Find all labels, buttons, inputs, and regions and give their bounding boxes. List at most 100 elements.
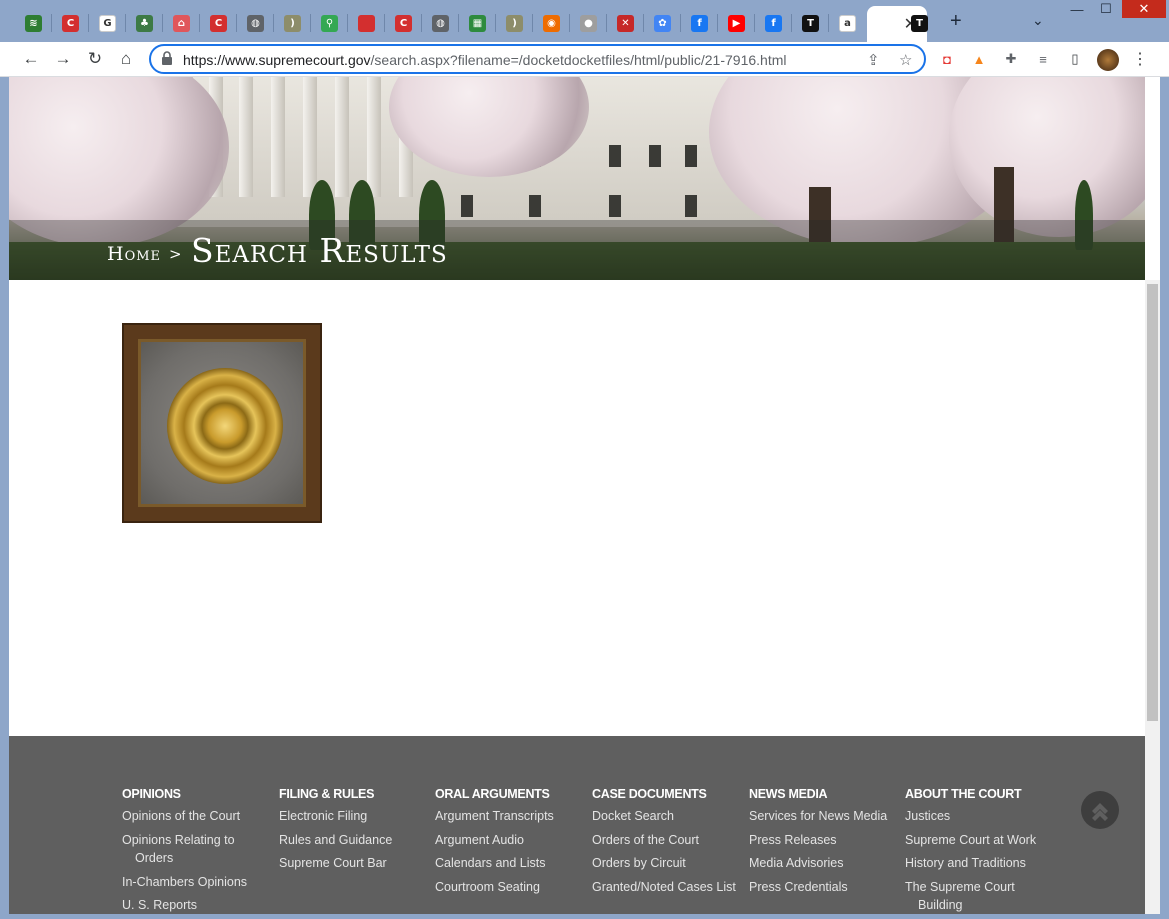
browser-tab[interactable]: f <box>755 8 792 38</box>
browser-tab[interactable]: ) <box>496 8 533 38</box>
airbnb-icon: ⌂ <box>173 14 190 32</box>
browser-tab[interactable]: ◍ <box>237 8 274 38</box>
footer-heading[interactable]: OPINIONS <box>122 787 272 801</box>
footer-link[interactable]: Services for News Media <box>749 807 899 826</box>
back-to-top-button[interactable] <box>1081 791 1119 829</box>
footer-heading[interactable]: FILING & RULES <box>279 787 429 801</box>
footer-link[interactable]: History and Traditions <box>905 854 1055 873</box>
footer-link[interactable]: U. S. Reports <box>122 896 272 914</box>
footer-link[interactable]: In-Chambers Opinions <box>122 873 272 892</box>
footer-link[interactable]: Justices <box>905 807 1055 826</box>
green-square-icon: ▦ <box>469 14 486 32</box>
side-panel-icon[interactable]: ▯ <box>1065 49 1085 69</box>
browser-tab[interactable]: C <box>200 8 237 38</box>
browser-tab[interactable]: ✿ <box>644 8 681 38</box>
page-scrollbar[interactable] <box>1145 280 1160 914</box>
google-icon: G <box>99 14 116 32</box>
orange-camera-icon: ◉ <box>543 14 560 32</box>
browser-tab[interactable]: ♣ <box>126 8 163 38</box>
facebook-icon: f <box>765 14 782 32</box>
footer-heading[interactable]: CASE DOCUMENTS <box>592 787 742 801</box>
tab-separator <box>495 14 496 32</box>
home-button[interactable]: ⌂ <box>114 47 138 71</box>
footer-link[interactable]: Rules and Guidance <box>279 831 429 850</box>
reading-list-icon[interactable]: ≡ <box>1033 49 1053 69</box>
tab-separator <box>347 14 348 32</box>
new-tab-button[interactable]: + <box>950 10 962 33</box>
browser-tab[interactable]: a <box>829 8 866 38</box>
footer-heading[interactable]: NEWS MEDIA <box>749 787 899 801</box>
browser-tab[interactable]: C <box>385 8 422 38</box>
page-title: Search Results <box>191 231 448 270</box>
chevron-down-icon[interactable]: ⌄ <box>1032 12 1044 29</box>
tab-separator <box>717 14 718 32</box>
tab-separator <box>421 14 422 32</box>
footer-link[interactable]: Opinions Relating to Orders <box>122 831 272 868</box>
browser-tab[interactable]: ⌂ <box>163 8 200 38</box>
footer-link[interactable]: Granted/Noted Cases List <box>592 878 742 897</box>
tab-t-logo[interactable]: T <box>901 8 938 38</box>
globe-icon: ◍ <box>247 14 264 32</box>
footer-link[interactable]: The Supreme Court Building <box>905 878 1055 915</box>
footer-link[interactable]: Argument Transcripts <box>435 807 585 826</box>
metamask-extension-icon[interactable]: ▲ <box>969 49 989 69</box>
footer-link[interactable]: Supreme Court at Work <box>905 831 1055 850</box>
browser-tab[interactable]: ✕ <box>607 8 644 38</box>
address-bar[interactable]: https://www.supremecourt.gov/search.aspx… <box>149 44 926 74</box>
maximize-button[interactable]: ☐ <box>1089 0 1123 18</box>
footer-link[interactable]: Supreme Court Bar <box>279 854 429 873</box>
footer-link[interactable]: Media Advisories <box>749 854 899 873</box>
breadcrumb-separator: > <box>169 245 182 263</box>
footer-link[interactable]: Docket Search <box>592 807 742 826</box>
url-path: /search.aspx?filename=/docketdocketfiles… <box>370 52 787 68</box>
browser-tab[interactable]: ◍ <box>422 8 459 38</box>
menu-kebab-icon[interactable]: ⋮ <box>1130 49 1150 69</box>
footer-link[interactable]: Courtroom Seating <box>435 878 585 897</box>
tab-separator <box>88 14 89 32</box>
browser-tab[interactable]: ≋ <box>15 8 52 38</box>
facebook-icon: f <box>691 14 708 32</box>
footer-link[interactable]: Orders by Circuit <box>592 854 742 873</box>
browser-tab[interactable]: f <box>681 8 718 38</box>
c-logo-icon: C <box>62 14 79 32</box>
footer-link[interactable]: Press Releases <box>749 831 899 850</box>
jf-icon <box>358 14 375 32</box>
browser-tab[interactable]: ◉ <box>533 8 570 38</box>
footer-heading[interactable]: ORAL ARGUMENTS <box>435 787 585 801</box>
browser-tab[interactable]: ⚲ <box>311 8 348 38</box>
puzzle-extensions-icon[interactable]: ✚ <box>1001 49 1021 69</box>
avatar[interactable] <box>1097 49 1119 71</box>
browser-window: ≋CG♣⌂C◍)⚲C◍▦)◉●✕✿f▶fTa ✕ T + ⌄ — ☐ ✕ ← →… <box>0 0 1169 919</box>
breadcrumb-home-link[interactable]: Home <box>107 243 161 265</box>
browser-tab[interactable]: ● <box>570 8 607 38</box>
footer-link[interactable]: Opinions of the Court <box>122 807 272 826</box>
reload-button[interactable]: ↻ <box>83 47 107 71</box>
tab-separator <box>273 14 274 32</box>
browser-tab[interactable]: ▶ <box>718 8 755 38</box>
youtube-extension-icon[interactable]: ◘ <box>937 49 957 69</box>
footer-heading[interactable]: ABOUT THE COURT <box>905 787 1055 801</box>
c-logo-icon: C <box>395 14 412 32</box>
browser-tab[interactable]: ) <box>274 8 311 38</box>
back-button[interactable]: ← <box>19 47 43 71</box>
browser-tab[interactable]: ▦ <box>459 8 496 38</box>
youtube-icon: ▶ <box>728 14 745 32</box>
footer-link[interactable]: Orders of the Court <box>592 831 742 850</box>
browser-tab[interactable]: T <box>792 8 829 38</box>
browser-tab[interactable] <box>348 8 385 38</box>
browser-tab[interactable]: G <box>89 8 126 38</box>
footer-link[interactable]: Press Credentials <box>749 878 899 897</box>
star-icon[interactable]: ☆ <box>899 51 912 69</box>
url-text[interactable]: https://www.supremecourt.gov/search.aspx… <box>183 52 786 68</box>
footer-link[interactable]: Argument Audio <box>435 831 585 850</box>
footer-column: ORAL ARGUMENTS Argument Transcripts Argume… <box>435 787 585 901</box>
scrollbar-thumb[interactable] <box>1147 284 1158 721</box>
footer-link[interactable]: Electronic Filing <box>279 807 429 826</box>
tab-separator <box>606 14 607 32</box>
footer-link[interactable]: Calendars and Lists <box>435 854 585 873</box>
forward-button[interactable]: → <box>51 47 75 71</box>
share-icon[interactable]: ⇪ <box>867 51 880 69</box>
browser-tab[interactable]: C <box>52 8 89 38</box>
t-logo-icon: T <box>911 14 928 32</box>
window-close-button[interactable]: ✕ <box>1122 0 1166 18</box>
